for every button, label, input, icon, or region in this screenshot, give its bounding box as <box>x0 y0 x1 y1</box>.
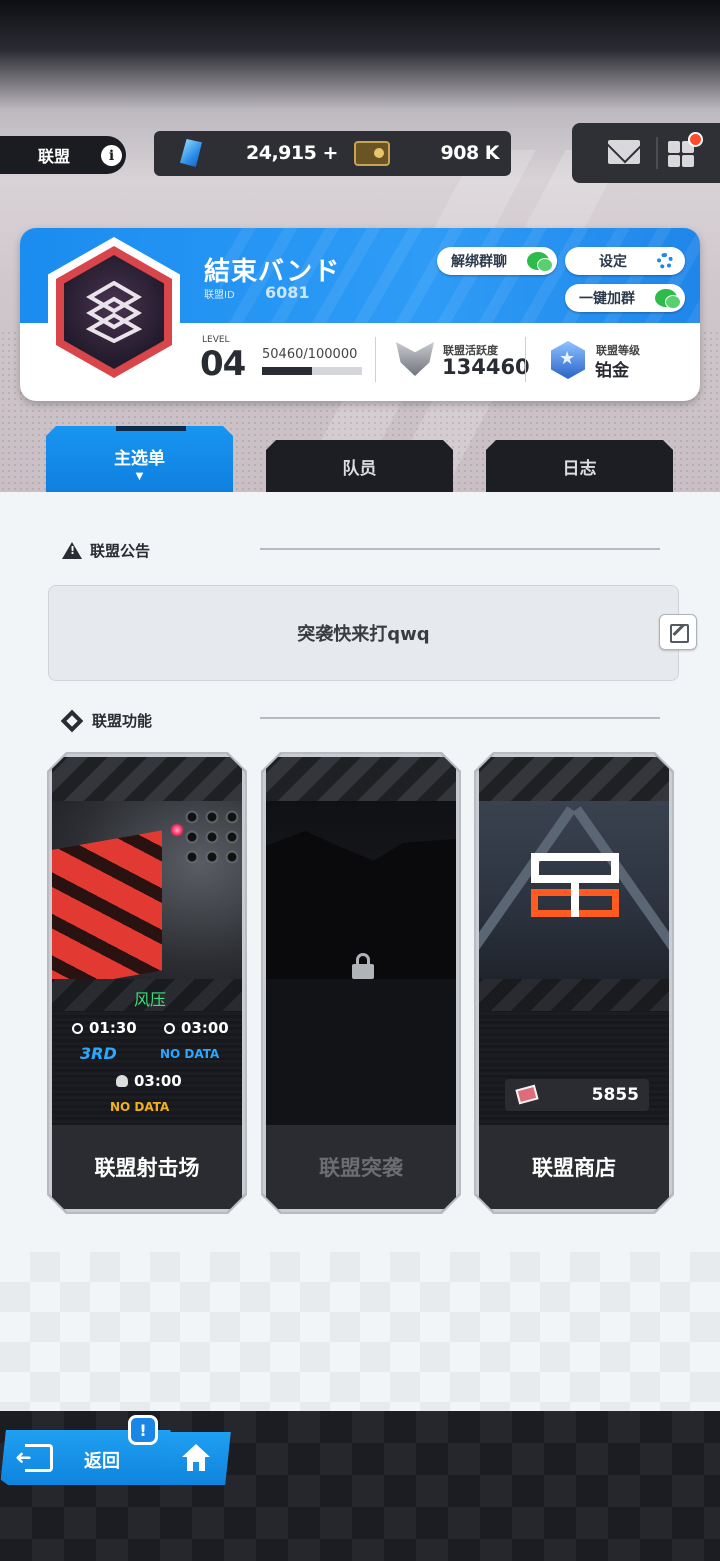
shop-logo <box>531 853 619 917</box>
divider <box>656 137 658 169</box>
section-divider <box>260 717 660 719</box>
rank-value: 铂金 <box>595 361 629 381</box>
currency-bar: 24,915 + 908 K <box>154 131 511 176</box>
shop-art <box>479 801 669 979</box>
tab-label: 主选单 <box>114 448 165 469</box>
features-title: 联盟功能 <box>92 712 153 730</box>
raid-lower <box>266 979 456 1125</box>
tab-main-menu[interactable]: 主选单 ▼ <box>46 426 233 493</box>
section-divider <box>260 548 660 550</box>
lock-body <box>352 964 374 979</box>
credit-amount: 908 K <box>440 142 500 164</box>
mail-icon[interactable] <box>608 140 640 164</box>
join-group-button[interactable]: 一键加群 <box>565 284 685 312</box>
home-icon <box>182 1444 210 1472</box>
hazard-stripes <box>479 979 669 1011</box>
unbind-chat-button[interactable]: 解绑群聊 <box>437 247 557 275</box>
boss-timer-value: 03:00 <box>134 1072 182 1090</box>
header-title: 联盟 <box>38 147 71 166</box>
info-icon[interactable]: i <box>101 145 122 166</box>
edit-notice-icon[interactable] <box>659 614 697 650</box>
logo-top <box>531 853 619 883</box>
settings-button[interactable]: 设定 <box>565 247 685 275</box>
notice-board: 突袭快来打qwq <box>48 585 679 681</box>
hazard-stripes <box>52 757 242 801</box>
raid-card[interactable]: 联盟突袭 <box>263 754 459 1212</box>
caret-down-icon: ▼ <box>135 470 144 482</box>
warning-icon <box>62 542 82 559</box>
shooting-range-name: 联盟射击场 <box>52 1125 242 1209</box>
robot-armor <box>52 830 162 979</box>
credit-icon <box>354 141 390 166</box>
timer-right: 03:00 <box>164 1019 229 1037</box>
bg-checker <box>0 1252 720 1412</box>
lock-icon <box>352 953 374 979</box>
robot-image <box>52 801 242 979</box>
shooting-range-card[interactable]: 风压 01:30 03:00 3RD NO DATA 03:00 NO DATA… <box>49 754 245 1212</box>
guild-level: 04 <box>200 344 246 384</box>
tab-label: 日志 <box>562 459 597 479</box>
shooting-range-stats: 风压 01:30 03:00 3RD NO DATA 03:00 NO DATA <box>52 979 242 1125</box>
timer-right-value: 03:00 <box>181 1019 229 1037</box>
shop-coins: 5855 <box>505 1079 649 1111</box>
tab-members[interactable]: 队员 <box>266 440 453 493</box>
wechat-icon <box>527 252 553 272</box>
settings-label: 设定 <box>599 254 627 270</box>
divider <box>525 337 526 382</box>
activity-value: 134460 <box>442 355 530 379</box>
tab-log[interactable]: 日志 <box>486 440 673 493</box>
alert-badge[interactable]: ! <box>128 1415 158 1445</box>
features-section-title: 联盟功能 <box>60 709 153 732</box>
gem-add-icon[interactable]: + <box>322 142 338 164</box>
gem-amount[interactable]: 24,915 + <box>246 142 338 164</box>
tab-label: 队员 <box>342 459 377 479</box>
top-right-menu <box>572 123 720 183</box>
logo-mid <box>571 881 579 917</box>
guild-id: 6081 <box>265 283 310 302</box>
guild-id-label: 联盟ID <box>204 290 235 301</box>
gem-value: 24,915 <box>246 142 317 164</box>
gem-icon <box>180 139 202 167</box>
boss-status: NO DATA <box>110 1100 170 1114</box>
notice-title: 联盟公告 <box>90 542 151 560</box>
shop-coin-value: 5855 <box>591 1085 639 1105</box>
clock-icon <box>72 1023 83 1034</box>
join-group-label: 一键加群 <box>579 291 635 307</box>
timer-left-value: 01:30 <box>89 1019 137 1037</box>
boss-timer: 03:00 <box>116 1072 182 1090</box>
logo-left <box>531 889 571 917</box>
shop-card[interactable]: 5855 联盟商店 <box>476 754 672 1212</box>
home-door <box>193 1462 199 1471</box>
mode-label: 风压 <box>134 990 167 1009</box>
back-label: 返回 <box>84 1451 120 1472</box>
exit-icon <box>25 1444 53 1472</box>
hazard-stripes <box>266 757 456 801</box>
exp-progress-bar <box>262 367 362 375</box>
rank-text: 3RD <box>80 1044 117 1063</box>
rank-right-text: NO DATA <box>160 1047 220 1061</box>
clock-icon <box>164 1023 175 1034</box>
unbind-chat-label: 解绑群聊 <box>451 254 507 270</box>
alliance-header-tag: 联盟 i <box>0 136 126 174</box>
notification-dot <box>688 132 703 147</box>
logo-right <box>579 889 619 917</box>
robot-eye <box>170 823 184 837</box>
shooting-range-art <box>52 801 242 979</box>
exp-text: 50460/100000 <box>262 347 358 362</box>
notice-text: 突袭快来打qwq <box>297 624 430 645</box>
hazard-stripes <box>479 757 669 801</box>
skull-icon <box>116 1075 128 1087</box>
shop-name: 联盟商店 <box>479 1125 669 1209</box>
notice-section-title: 联盟公告 <box>62 540 150 561</box>
gear-icon <box>657 253 673 269</box>
exp-progress-fill <box>262 367 313 375</box>
raid-name: 联盟突袭 <box>266 1125 456 1209</box>
timer-left: 01:30 <box>72 1019 137 1037</box>
ticket-icon <box>515 1085 538 1105</box>
diamond-icon <box>60 709 84 732</box>
robot-holes <box>182 807 242 867</box>
wechat-icon <box>655 289 681 309</box>
shop-image <box>479 801 669 979</box>
divider <box>375 337 376 382</box>
